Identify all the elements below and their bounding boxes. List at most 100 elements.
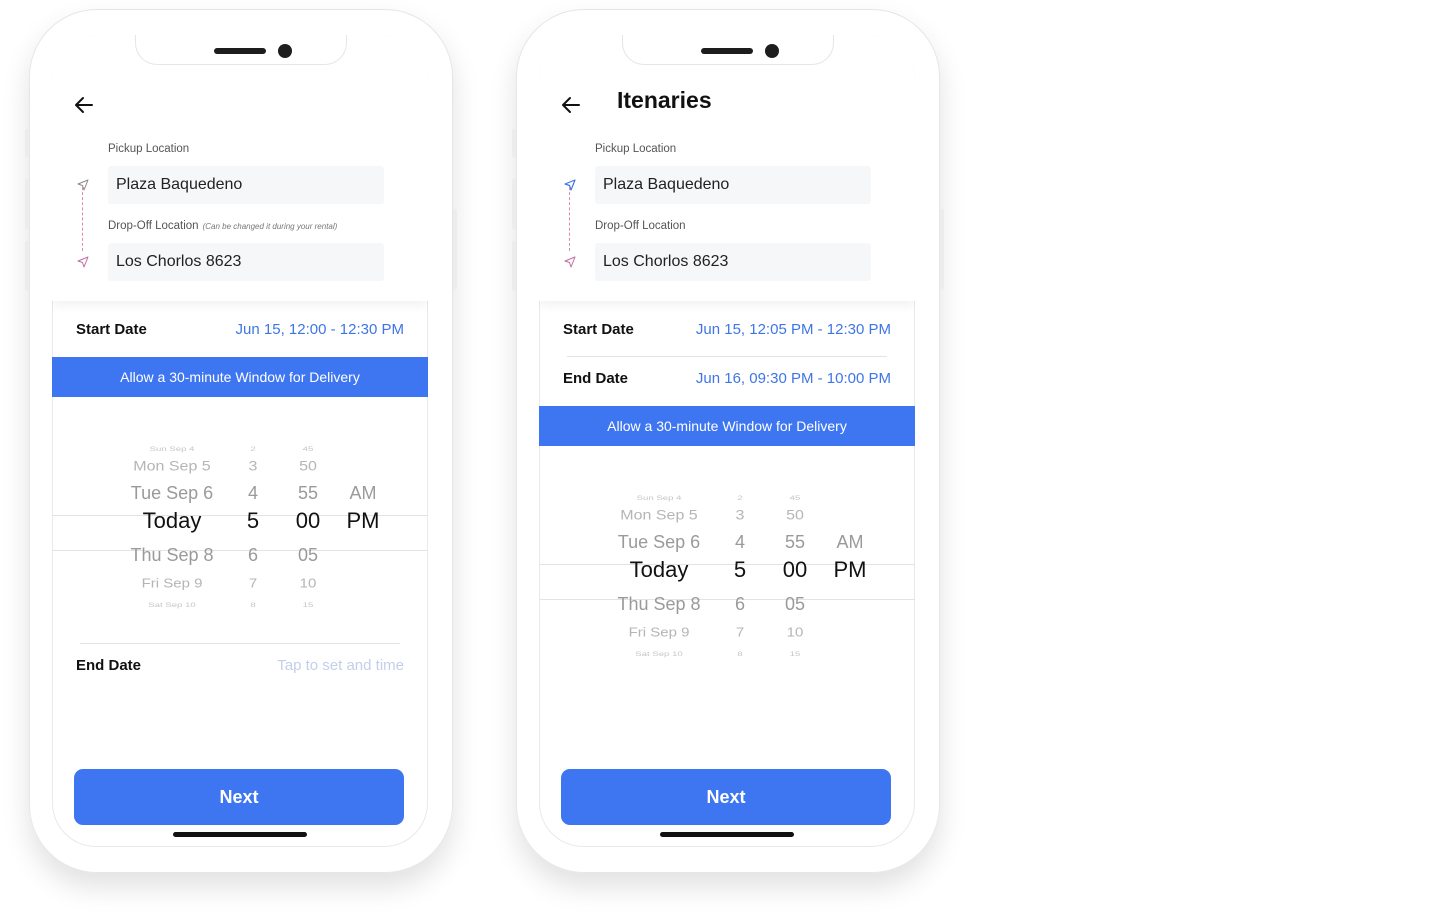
picker-option[interactable]: Sat Sep 10	[116, 602, 228, 609]
pickup-location-input[interactable]: Plaza Baquedeno	[108, 166, 384, 204]
picker-option[interactable]: Mon Sep 5	[589, 509, 729, 523]
destination-arrow-icon	[77, 256, 89, 268]
route-connector	[82, 187, 83, 251]
delivery-window-banner: Allow a 30-minute Window for Delivery	[52, 357, 428, 397]
end-date-value: Jun 16, 09:30 PM - 10:00 PM	[695, 370, 891, 387]
picker-option[interactable]: 50	[284, 460, 332, 474]
picker-option[interactable]: 6	[238, 546, 268, 564]
end-date-label: End Date	[563, 370, 629, 387]
start-date-label: Start Date	[76, 321, 147, 338]
speaker-grille	[701, 48, 753, 54]
picker-option[interactable]: Thu Sep 8	[102, 546, 242, 564]
next-button[interactable]: Next	[561, 769, 891, 825]
picker-option[interactable]: 05	[771, 595, 819, 613]
pickup-location-input[interactable]: Plaza Baquedeno	[595, 166, 871, 204]
picker-option[interactable]: Fri Sep 9	[589, 626, 729, 639]
picker-option[interactable]: 7	[725, 626, 755, 639]
start-date-row[interactable]: Start Date Jun 15, 12:05 PM - 12:30 PM	[563, 315, 891, 345]
picker-option[interactable]: Sun Sep 4	[116, 446, 228, 453]
dropoff-label: Drop-Off Location	[595, 220, 686, 232]
picker-option[interactable]: 15	[776, 651, 814, 658]
dropoff-hint: (Can be changed it during your rental)	[202, 222, 338, 231]
picker-option[interactable]: Sun Sep 4	[603, 495, 715, 502]
start-date-row[interactable]: Start Date Jun 15, 12:00 - 12:30 PM	[76, 315, 404, 345]
phone-side-button	[25, 129, 29, 157]
picker-option[interactable]: 8	[241, 602, 265, 609]
picker-selected-value[interactable]: 00	[284, 510, 332, 532]
picker-day-column[interactable]: Sun Sep 4 Mon Sep 5 Tue Sep 6 Today Thu Sep …	[102, 425, 242, 611]
picker-option[interactable]: 10	[771, 626, 819, 639]
picker-option[interactable]: Thu Sep 8	[589, 595, 729, 613]
picker-option[interactable]: 4	[238, 484, 268, 502]
home-indicator[interactable]	[173, 832, 307, 837]
picker-option[interactable]: 2	[241, 446, 265, 453]
phone-side-button	[453, 209, 457, 289]
picker-option[interactable]: 55	[284, 484, 332, 502]
home-indicator[interactable]	[660, 832, 794, 837]
picker-option[interactable]: 3	[725, 509, 755, 523]
dropoff-label: Drop-Off Location (Can be changed it duri…	[108, 220, 337, 232]
date-time-picker[interactable]: Sun Sep 4 Mon Sep 5 Tue Sep 6 Today Thu Sep …	[52, 425, 428, 611]
picker-option[interactable]: Sat Sep 10	[603, 651, 715, 658]
picker-selected-value[interactable]: Today	[102, 510, 242, 532]
next-button[interactable]: Next	[74, 769, 404, 825]
picker-selected-value[interactable]: Today	[589, 559, 729, 581]
picker-selected-value[interactable]: PM	[340, 510, 386, 532]
picker-selected-value[interactable]: 5	[725, 559, 755, 581]
picker-option[interactable]: 50	[771, 509, 819, 523]
picker-option[interactable]: 15	[289, 602, 327, 609]
picker-option[interactable]: 3	[238, 460, 268, 474]
picker-selected-value[interactable]: PM	[827, 559, 873, 581]
picker-selected-value[interactable]: 00	[771, 559, 819, 581]
back-arrow-icon[interactable]	[72, 93, 96, 117]
picker-option[interactable]: 7	[238, 577, 268, 590]
picker-hour-column[interactable]: 2 3 4 5 6 7 8	[238, 425, 268, 611]
phone-side-button	[25, 179, 29, 229]
divider	[80, 643, 400, 644]
picker-option[interactable]: Fri Sep 9	[102, 577, 242, 590]
phone-frame-2: Itenaries Pickup Location Plaza Baqueden…	[512, 9, 944, 873]
picker-option[interactable]: 45	[289, 446, 327, 453]
speaker-grille	[214, 48, 266, 54]
picker-selected-value[interactable]: 5	[238, 510, 268, 532]
divider	[567, 356, 887, 357]
end-date-placeholder: Tap to set and time	[277, 657, 404, 674]
picker-option[interactable]: 55	[771, 533, 819, 551]
pickup-label: Pickup Location	[108, 143, 190, 155]
end-date-row[interactable]: End Date Tap to set and time	[76, 651, 404, 681]
dropoff-location-input[interactable]: Los Chorlos 8623	[108, 243, 384, 281]
picker-option[interactable]: AM	[340, 484, 386, 502]
date-time-picker[interactable]: Sun Sep 4 Mon Sep 5 Tue Sep 6 Today Thu Sep …	[539, 474, 915, 660]
dropoff-location-input[interactable]: Los Chorlos 8623	[595, 243, 871, 281]
page-title: Itenaries	[617, 87, 712, 113]
picker-option[interactable]: Tue Sep 6	[102, 484, 242, 502]
picker-option[interactable]: Mon Sep 5	[102, 460, 242, 474]
phone-side-button	[25, 241, 29, 291]
picker-option[interactable]: 05	[284, 546, 332, 564]
start-date-value: Jun 15, 12:05 PM - 12:30 PM	[695, 321, 891, 338]
navigation-arrow-icon	[77, 179, 89, 191]
picker-ampm-column[interactable]: AM PM	[340, 425, 386, 611]
picker-option[interactable]: 8	[728, 651, 752, 658]
delivery-window-banner: Allow a 30-minute Window for Delivery	[539, 406, 915, 446]
picker-option[interactable]: AM	[827, 533, 873, 551]
destination-arrow-icon	[564, 256, 576, 268]
location-card: Pickup Location Plaza Baquedeno Drop-Off…	[52, 35, 428, 301]
end-date-label: End Date	[76, 657, 142, 674]
picker-ampm-column[interactable]: AM PM	[827, 474, 873, 660]
picker-option[interactable]: 10	[284, 577, 332, 590]
picker-option[interactable]: 2	[728, 495, 752, 502]
picker-minute-column[interactable]: 45 50 55 00 05 10 15	[284, 425, 332, 611]
back-arrow-icon[interactable]	[559, 93, 583, 117]
phone-notch	[135, 35, 347, 65]
picker-hour-column[interactable]: 2 3 4 5 6 7 8	[725, 474, 755, 660]
picker-option[interactable]: 45	[776, 495, 814, 502]
picker-minute-column[interactable]: 45 50 55 00 05 10 15	[771, 474, 819, 660]
picker-day-column[interactable]: Sun Sep 4 Mon Sep 5 Tue Sep 6 Today Thu Sep …	[589, 474, 729, 660]
dropoff-label-text: Drop-Off Location	[108, 220, 199, 232]
picker-option[interactable]: Tue Sep 6	[589, 533, 729, 551]
picker-option[interactable]: 4	[725, 533, 755, 551]
end-date-row[interactable]: End Date Jun 16, 09:30 PM - 10:00 PM	[563, 364, 891, 394]
picker-option[interactable]: 6	[725, 595, 755, 613]
start-date-label: Start Date	[563, 321, 634, 338]
